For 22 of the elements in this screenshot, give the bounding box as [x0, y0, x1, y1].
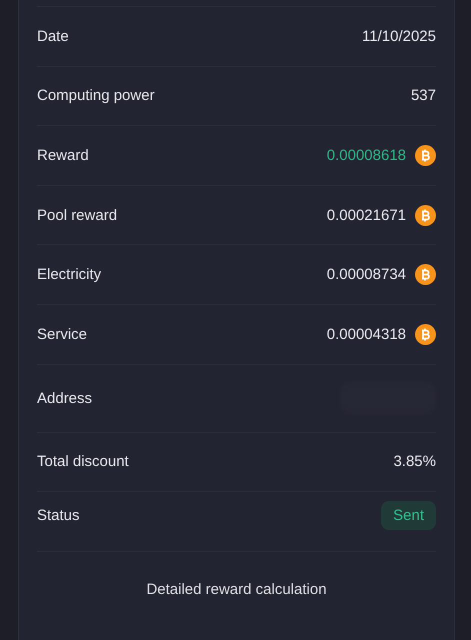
bitcoin-icon: [415, 264, 436, 286]
row-label: Electricity: [37, 266, 102, 284]
amount-value: 0.00008618: [326, 146, 406, 164]
amount-value: 0.00021671: [326, 206, 406, 224]
row-value: 3.85%: [393, 453, 436, 470]
bitcoin-icon: [415, 144, 436, 166]
row-label: Total discount: [37, 453, 129, 470]
row-label: Pool reward: [37, 206, 118, 224]
row-value: 11/10/2025: [362, 28, 436, 45]
row-value: 537: [410, 87, 436, 104]
row-label: Service: [37, 326, 88, 343]
row-label: Computing power: [37, 87, 155, 104]
amount-value: 0.00004318: [326, 326, 406, 343]
row-label: Address: [37, 390, 92, 407]
status-badge: Sent: [381, 500, 436, 530]
row-label: Reward: [37, 146, 89, 164]
bitcoin-icon: [415, 204, 436, 226]
row-label: Status: [37, 506, 80, 524]
bitcoin-icon: [415, 324, 436, 345]
detailed-calculation-button[interactable]: Detailed reward calculation: [37, 550, 436, 627]
row-label: Date: [37, 28, 69, 45]
amount-value: 0.00008734: [326, 266, 406, 284]
